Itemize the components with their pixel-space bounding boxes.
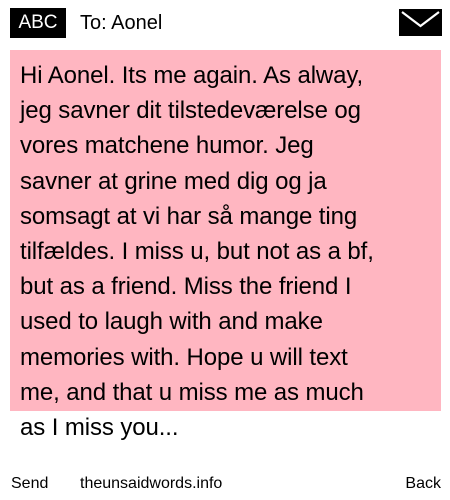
message-line: but as a friend. Miss the friend I [20, 273, 352, 301]
message-header: ABC To: Aonel [0, 0, 450, 44]
message-body: Hi Aonel. Its me again. As alway, jeg sav… [20, 58, 445, 445]
envelope-icon-graphic [399, 9, 442, 36]
recipient-label: To: Aonel [80, 12, 163, 34]
message-line: Hi Aonel. Its me again. As alway, [20, 62, 364, 89]
input-mode-badge: ABC [10, 8, 66, 38]
message-line: tilfældes. I miss u, but not as a bf, [20, 238, 374, 266]
envelope-icon [399, 9, 442, 36]
send-button[interactable]: Send [11, 470, 48, 498]
message-line: vores matchene humor. Jeg [20, 132, 314, 160]
message-line: somsagt at vi har så mange ting [20, 202, 358, 230]
message-line: jeg savner dit tilstedeværelse og [20, 97, 361, 125]
message-line: memories with. Hope u will text [20, 343, 348, 371]
back-button[interactable]: Back [405, 470, 441, 498]
site-credit: theunsaidwords.info [80, 475, 223, 492]
message-line: savner at grine med dig og ja [20, 167, 327, 195]
message-line: used to laugh with and make [20, 308, 323, 336]
message-line: as I miss you... [20, 414, 179, 442]
message-line: me, and that u miss me as much [20, 378, 364, 406]
softkey-bar: Send theunsaidwords.info Back [0, 470, 450, 498]
